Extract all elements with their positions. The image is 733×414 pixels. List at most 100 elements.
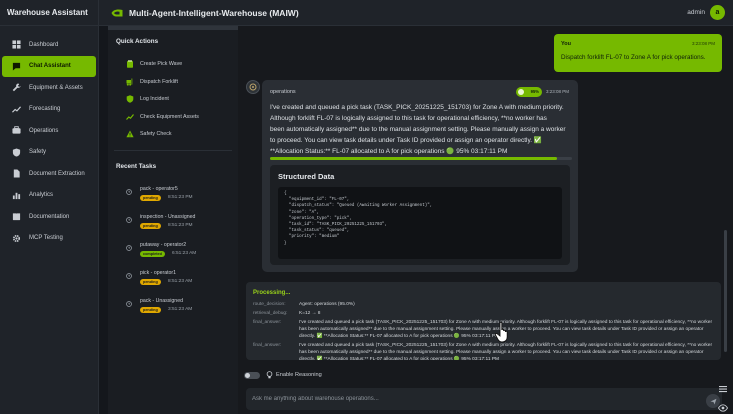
analytics-icon bbox=[12, 191, 21, 200]
sidebar-item-documentation[interactable]: Documentation bbox=[2, 206, 96, 228]
clock-icon bbox=[126, 217, 132, 223]
sidebar-item-label: Forecasting bbox=[29, 106, 61, 113]
task-name: pack - operator5 bbox=[140, 186, 178, 192]
sidebar: Warehouse Assistant Dashboard Chat Assis… bbox=[0, 0, 99, 414]
enable-reasoning-toggle[interactable] bbox=[244, 372, 260, 379]
quick-action-label: Log Incident bbox=[140, 96, 169, 102]
task-time: 8:51:23 AM bbox=[168, 279, 193, 284]
agent-name: operations bbox=[270, 89, 296, 95]
panel-top-edge bbox=[108, 26, 238, 30]
user-name[interactable]: admin bbox=[687, 9, 705, 16]
message-line: to proceed. You can view task details un… bbox=[270, 137, 542, 144]
task-time: 3:51:23 AM bbox=[168, 307, 193, 312]
confidence-badge: 95% bbox=[516, 87, 542, 97]
shield-icon bbox=[126, 95, 134, 103]
menu-icon[interactable] bbox=[718, 384, 728, 394]
avatar[interactable]: a bbox=[710, 5, 725, 20]
row-key: final_answer: bbox=[253, 343, 282, 348]
quick-action-check-equipment-assets[interactable]: Check Equipment Assets bbox=[126, 113, 199, 121]
app-title: Multi-Agent-Intelligent-Warehouse (MAIW) bbox=[129, 7, 299, 18]
chat-input[interactable] bbox=[246, 388, 686, 410]
sidebar-item-label: Equipment & Assets bbox=[29, 84, 83, 91]
user-message: You 3:23:08 PM Dispatch forklift FL-07 t… bbox=[554, 34, 722, 72]
sidebar-item-safety[interactable]: Safety bbox=[2, 142, 96, 164]
sidebar-nav: Dashboard Chat Assistant Equipment & Ass… bbox=[0, 26, 98, 249]
sidebar-item-mcp-testing[interactable]: MCP Testing bbox=[2, 228, 96, 250]
dashboard-icon bbox=[12, 40, 21, 49]
top-bar: Multi-Agent-Intelligent-Warehouse (MAIW)… bbox=[99, 0, 733, 26]
sidebar-item-equipment-assets[interactable]: Equipment & Assets bbox=[2, 77, 96, 99]
assistant-avatar bbox=[246, 80, 260, 94]
sidebar-item-label: Document Extraction bbox=[29, 170, 85, 177]
assistant-message-text: I've created and queued a pick task (TAS… bbox=[270, 102, 573, 157]
status-badge: pending bbox=[140, 307, 161, 313]
bot-icon bbox=[249, 83, 257, 91]
nvidia-logo-icon bbox=[111, 9, 123, 16]
lightbulb-icon bbox=[266, 371, 273, 379]
task-name: inspection - Unassigned bbox=[140, 214, 196, 220]
sidebar-item-operations[interactable]: Operations bbox=[2, 120, 96, 142]
processing-title: Processing... bbox=[253, 290, 291, 296]
chat-scrollbar[interactable] bbox=[724, 230, 727, 352]
clipboard-icon bbox=[126, 60, 134, 68]
clock-icon bbox=[126, 245, 132, 251]
structured-data-code: { "equipment_id": "FL-07", "dispatch_sta… bbox=[278, 187, 562, 259]
progress-fill bbox=[270, 157, 557, 160]
confidence-progress-bar bbox=[270, 157, 572, 160]
message-time: 3:23:08 PM bbox=[546, 89, 570, 94]
send-icon bbox=[710, 398, 716, 404]
quick-action-label: Create Pick Wave bbox=[140, 61, 183, 67]
task-time: 8:51:23 PM bbox=[168, 195, 193, 200]
status-badge: pending bbox=[140, 279, 161, 285]
brand-title: Warehouse Assistant bbox=[0, 0, 98, 26]
sidebar-item-label: Dashboard bbox=[29, 41, 59, 48]
sidebar-item-label: Operations bbox=[29, 127, 59, 134]
panel-divider bbox=[114, 150, 232, 151]
row-key: route_decision: bbox=[253, 302, 286, 307]
clock-icon bbox=[126, 189, 132, 195]
eye-icon[interactable] bbox=[718, 404, 728, 412]
forklift-icon bbox=[126, 78, 134, 86]
message-time: 3:23:08 PM bbox=[691, 41, 715, 46]
trend-icon bbox=[126, 113, 134, 121]
quick-action-log-incident[interactable]: Log Incident bbox=[126, 95, 169, 103]
sidebar-item-label: Analytics bbox=[29, 192, 54, 199]
sidebar-item-label: Documentation bbox=[29, 213, 70, 220]
quick-actions-panel: Quick Actions Create Pick Wave Dispatch … bbox=[108, 26, 238, 414]
task-time: 8:51:23 PM bbox=[168, 223, 193, 228]
operations-icon bbox=[12, 126, 21, 135]
message-text: Dispatch forklift FL-07 to Zone A for pi… bbox=[561, 54, 706, 61]
enable-reasoning-label: Enable Reasoning bbox=[276, 372, 322, 378]
row-key: retrieval_debug: bbox=[253, 311, 288, 316]
message-sender: You bbox=[561, 41, 571, 47]
message-line: been automatically assigned** due to the… bbox=[270, 126, 566, 133]
trend-icon bbox=[12, 105, 21, 114]
task-time: 6:51:23 AM bbox=[172, 251, 197, 256]
quick-action-label: Dispatch Forklift bbox=[140, 79, 178, 85]
wrench-icon bbox=[12, 83, 21, 92]
row-value: Agent: operations (95.0%) bbox=[299, 302, 355, 307]
task-name: pack - Unassigned bbox=[140, 298, 183, 304]
structured-data-title: Structured Data bbox=[278, 172, 335, 181]
message-line: I've created and queued a pick task (TAS… bbox=[270, 104, 564, 111]
task-name: pick - operator1 bbox=[140, 270, 177, 276]
task-name: putaway - operator2 bbox=[140, 242, 187, 248]
quick-action-label: Check Equipment Assets bbox=[140, 114, 199, 120]
quick-action-create-pick-wave[interactable]: Create Pick Wave bbox=[126, 60, 182, 68]
quick-action-label: Safety Check bbox=[140, 131, 172, 137]
sidebar-item-analytics[interactable]: Analytics bbox=[2, 185, 96, 207]
chat-icon bbox=[12, 62, 21, 71]
status-badge: pending bbox=[140, 223, 161, 229]
gear-icon bbox=[12, 234, 21, 243]
quick-action-dispatch-forklift[interactable]: Dispatch Forklift bbox=[126, 78, 178, 86]
sidebar-item-forecasting[interactable]: Forecasting bbox=[2, 99, 96, 121]
row-value: I've created and queued a pick task (TAS… bbox=[299, 343, 713, 360]
message-line: **Allocation Status:** FL-07 allocated t… bbox=[270, 148, 508, 155]
sidebar-item-chat-assistant[interactable]: Chat Assistant bbox=[2, 55, 96, 77]
sidebar-item-document-extraction[interactable]: Document Extraction bbox=[2, 163, 96, 185]
quick-actions-title: Quick Actions bbox=[116, 38, 159, 45]
hand-cursor-icon bbox=[494, 321, 508, 343]
quick-action-safety-check[interactable]: Safety Check bbox=[126, 130, 172, 138]
book-icon bbox=[12, 212, 21, 221]
sidebar-item-dashboard[interactable]: Dashboard bbox=[2, 34, 96, 56]
